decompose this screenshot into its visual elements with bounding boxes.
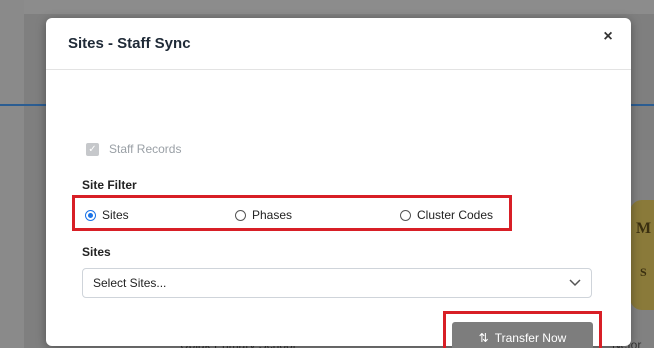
radio-cluster-codes-label: Cluster Codes	[417, 208, 494, 222]
staff-records-checkbox: ✓	[86, 142, 99, 156]
staff-records-checkbox-row: ✓ Staff Records	[86, 142, 181, 156]
radio-phases-indicator[interactable]	[235, 209, 246, 221]
background-left-strip	[0, 0, 24, 348]
close-icon[interactable]: ×	[599, 28, 617, 46]
logo-letter-bottom: S	[640, 265, 647, 279]
transfer-highlight: ⇅ Transfer Now	[443, 311, 602, 348]
background-topbar	[0, 0, 654, 14]
site-filter-heading: Site Filter	[82, 178, 137, 192]
transfer-now-label: Transfer Now	[494, 331, 567, 345]
sites-heading: Sites	[82, 245, 111, 259]
background-divider-left	[0, 104, 46, 106]
logo-letter-top: M	[636, 220, 652, 237]
background-school-logo: M S	[630, 200, 654, 310]
modal-header: Sites - Staff Sync ×	[46, 18, 631, 70]
modal-title: Sites - Staff Sync	[68, 35, 191, 52]
site-filter-radio-group: Sites Phases Cluster Codes	[72, 195, 512, 231]
transfer-now-button[interactable]: ⇅ Transfer Now	[452, 322, 593, 348]
background-divider-right	[630, 104, 654, 106]
sites-select[interactable]: Select Sites...	[82, 268, 592, 298]
radio-phases-label: Phases	[252, 208, 293, 222]
chevron-down-icon[interactable]	[569, 276, 581, 290]
sites-select-value: Select Sites...	[93, 276, 167, 290]
radio-option-phases[interactable]: Phases	[235, 208, 292, 222]
radio-sites-indicator[interactable]	[85, 209, 96, 221]
transfer-icon: ⇅	[478, 331, 489, 345]
radio-cluster-codes-indicator[interactable]	[400, 209, 411, 221]
staff-sync-modal: Sites - Staff Sync × ✓ Staff Records Sit…	[46, 18, 631, 348]
radio-sites-label: Sites	[102, 208, 129, 222]
radio-option-sites[interactable]: Sites	[85, 208, 129, 222]
staff-records-label: Staff Records	[109, 142, 182, 156]
radio-option-cluster-codes[interactable]: Cluster Codes	[400, 208, 493, 222]
